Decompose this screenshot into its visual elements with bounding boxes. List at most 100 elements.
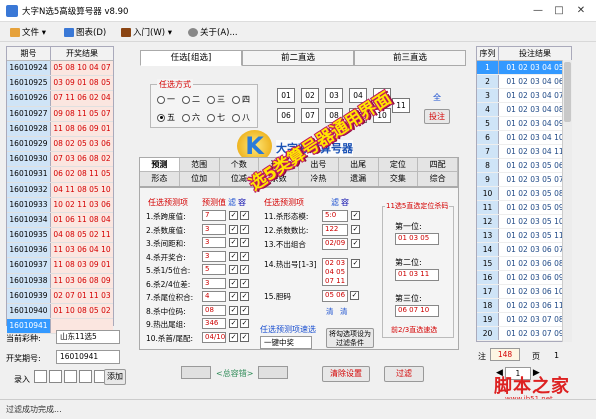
filter-checkbox[interactable]: ✓ xyxy=(229,211,238,220)
total-left-select[interactable] xyxy=(181,366,211,379)
predict2-row-value[interactable]: 5:0 xyxy=(322,210,348,222)
bet-row[interactable]: 14 01 02 03 06 07 xyxy=(477,243,571,257)
history-row[interactable]: 16010926 07 11 06 02 04 xyxy=(7,91,113,107)
sub-tab[interactable]: 综合 xyxy=(418,172,458,186)
entry-box-4[interactable] xyxy=(79,370,92,383)
history-row[interactable]: 16010931 06 02 08 11 05 xyxy=(7,167,113,183)
sub-tab[interactable]: 定位 xyxy=(378,158,419,171)
renxuan-option[interactable]: 三 xyxy=(207,94,225,105)
renxuan-option[interactable]: 二 xyxy=(182,94,200,105)
filter-checkbox[interactable]: ✓ xyxy=(350,291,359,300)
renxuan-option[interactable]: 六 xyxy=(182,112,200,123)
predict-row-value[interactable]: 7 xyxy=(202,210,226,221)
number-01[interactable]: 01 xyxy=(277,88,295,103)
predict-row-value[interactable]: 08 xyxy=(202,304,226,316)
number-02[interactable]: 02 xyxy=(301,88,319,103)
history-row[interactable]: 16010932 04 11 08 05 10 xyxy=(7,182,113,198)
predict-row-value[interactable]: 3 xyxy=(202,277,226,289)
maximize-button[interactable]: □ xyxy=(551,3,567,19)
number-11[interactable]: 11 xyxy=(392,98,410,113)
history-row[interactable]: 16010927 09 08 11 05 07 xyxy=(7,106,113,122)
predict-row-value[interactable]: 4 xyxy=(202,291,226,302)
tolerance-checkbox[interactable]: ✓ xyxy=(240,278,249,288)
col-issue[interactable]: 期号 xyxy=(7,47,51,60)
sub-tab[interactable]: 出尾 xyxy=(338,158,379,171)
bet-button[interactable]: 投注 xyxy=(424,109,450,124)
history-row[interactable]: 16010924 05 08 10 04 07 xyxy=(7,61,113,77)
sub-tab[interactable]: 预测 xyxy=(140,158,180,171)
filter-checkbox[interactable]: ✓ xyxy=(229,224,238,234)
history-row[interactable]: 16010925 03 09 01 08 05 xyxy=(7,76,113,92)
entry-box-1[interactable] xyxy=(34,370,47,383)
filter-button[interactable]: 过滤 xyxy=(384,366,424,382)
bet-row[interactable]: 18 01 02 03 06 11 xyxy=(477,299,571,313)
sub-tab[interactable]: 交集 xyxy=(378,172,419,186)
clear-link-1[interactable]: 清 xyxy=(326,306,334,317)
filter-checkbox[interactable]: ✓ xyxy=(229,292,238,301)
bet-row[interactable]: 17 01 02 03 06 10 xyxy=(477,285,571,299)
menu-guide[interactable]: 入门(W) ▾ xyxy=(121,26,172,38)
pos1-input[interactable]: 01 03 05 xyxy=(395,233,439,245)
col-seq[interactable]: 序列 xyxy=(477,47,499,60)
filter-checkbox[interactable]: ✓ xyxy=(351,225,360,234)
entry-box-2[interactable] xyxy=(49,370,62,383)
select-all-link[interactable]: 全 xyxy=(433,92,441,103)
predict2-row-value[interactable]: 05 06 xyxy=(322,290,348,302)
col-bet[interactable]: 投注结果 xyxy=(499,47,571,60)
bet-row[interactable]: 15 01 02 03 06 08 xyxy=(477,257,571,271)
history-row[interactable]: 16010935 04 08 05 02 11 xyxy=(7,228,113,244)
bet-row[interactable]: 5 01 02 03 04 09 xyxy=(477,117,571,131)
sub-tab[interactable]: 位加 xyxy=(179,172,220,186)
bet-row[interactable]: 3 01 02 03 04 07 xyxy=(477,89,571,103)
history-row[interactable]: 16010937 11 08 03 09 01 xyxy=(7,258,113,274)
tolerance-checkbox[interactable]: ✓ xyxy=(240,211,249,220)
filter-checkbox[interactable]: ✓ xyxy=(229,278,238,288)
history-row[interactable]: 16010934 01 06 11 08 04 xyxy=(7,212,113,229)
tolerance-checkbox[interactable]: ✓ xyxy=(240,251,249,261)
history-row[interactable]: 16010933 10 02 11 03 06 xyxy=(7,197,113,213)
lottery-select[interactable]: 山东11选5 xyxy=(56,330,120,344)
col-result[interactable]: 开奖结果 xyxy=(51,47,113,60)
clear-link-2[interactable]: 清 xyxy=(340,306,348,317)
pos3-input[interactable]: 06 07 10 xyxy=(395,305,439,317)
number-06[interactable]: 06 xyxy=(277,108,295,123)
bet-row[interactable]: 12 01 02 03 05 10 xyxy=(477,215,571,229)
bet-row[interactable]: 11 01 02 03 05 09 xyxy=(477,201,571,215)
predict-row-value[interactable]: 5 xyxy=(202,264,226,275)
predict2-row-value[interactable]: 122 xyxy=(322,224,348,236)
tolerance-checkbox[interactable]: ✓ xyxy=(240,332,249,342)
bet-row[interactable]: 4 01 02 03 04 08 xyxy=(477,103,571,117)
bet-row[interactable]: 8 01 02 03 05 06 xyxy=(477,159,571,173)
predict-row-value[interactable]: 3 xyxy=(202,237,226,248)
bet-row[interactable]: 7 01 02 03 04 11 xyxy=(477,145,571,159)
sub-tab[interactable]: 四配 xyxy=(418,158,458,171)
bet-row[interactable]: 1 01 02 03 04 05 xyxy=(477,61,571,75)
filter-checkbox[interactable]: ✓ xyxy=(351,211,360,220)
bet-row[interactable]: 9 01 02 03 05 07 xyxy=(477,173,571,187)
bet-row[interactable]: 10 01 02 03 05 08 xyxy=(477,187,571,201)
predict-row-value[interactable]: 04/10 xyxy=(202,331,226,343)
tolerance-checkbox[interactable]: ✓ xyxy=(240,292,249,301)
number-07[interactable]: 07 xyxy=(301,108,319,123)
filter-checkbox[interactable]: ✓ xyxy=(229,332,238,342)
predict-row-value[interactable]: 3 xyxy=(202,223,226,235)
filter-checkbox[interactable]: ✓ xyxy=(351,259,360,268)
tab-qianer[interactable]: 前二直选 xyxy=(242,50,354,66)
renxuan-option[interactable]: 一 xyxy=(157,94,175,105)
bet-result-scrollbar[interactable] xyxy=(562,60,572,342)
sub-tab[interactable]: 冷热 xyxy=(299,172,339,186)
sub-tab[interactable]: 遗漏 xyxy=(338,172,379,186)
entry-box-3[interactable] xyxy=(64,370,77,383)
bet-row[interactable]: 2 01 02 03 04 06 xyxy=(477,75,571,89)
history-row[interactable]: 16010940 01 10 08 05 02 xyxy=(7,304,113,320)
history-row[interactable]: 16010936 11 03 06 04 10 xyxy=(7,243,113,259)
scroll-thumb[interactable] xyxy=(564,62,571,122)
tab-qiansan[interactable]: 前三直选 xyxy=(354,50,466,66)
menu-file[interactable]: 文件 ▾ xyxy=(10,26,46,38)
pos2-input[interactable]: 01 03 11 xyxy=(395,269,439,281)
bet-row[interactable]: 20 01 02 03 07 09 xyxy=(477,327,571,341)
number-03[interactable]: 03 xyxy=(325,88,343,103)
predict-row-value[interactable]: 346 xyxy=(202,318,226,329)
tolerance-checkbox[interactable]: ✓ xyxy=(240,265,249,274)
renxuan-option[interactable]: 四 xyxy=(232,94,250,105)
